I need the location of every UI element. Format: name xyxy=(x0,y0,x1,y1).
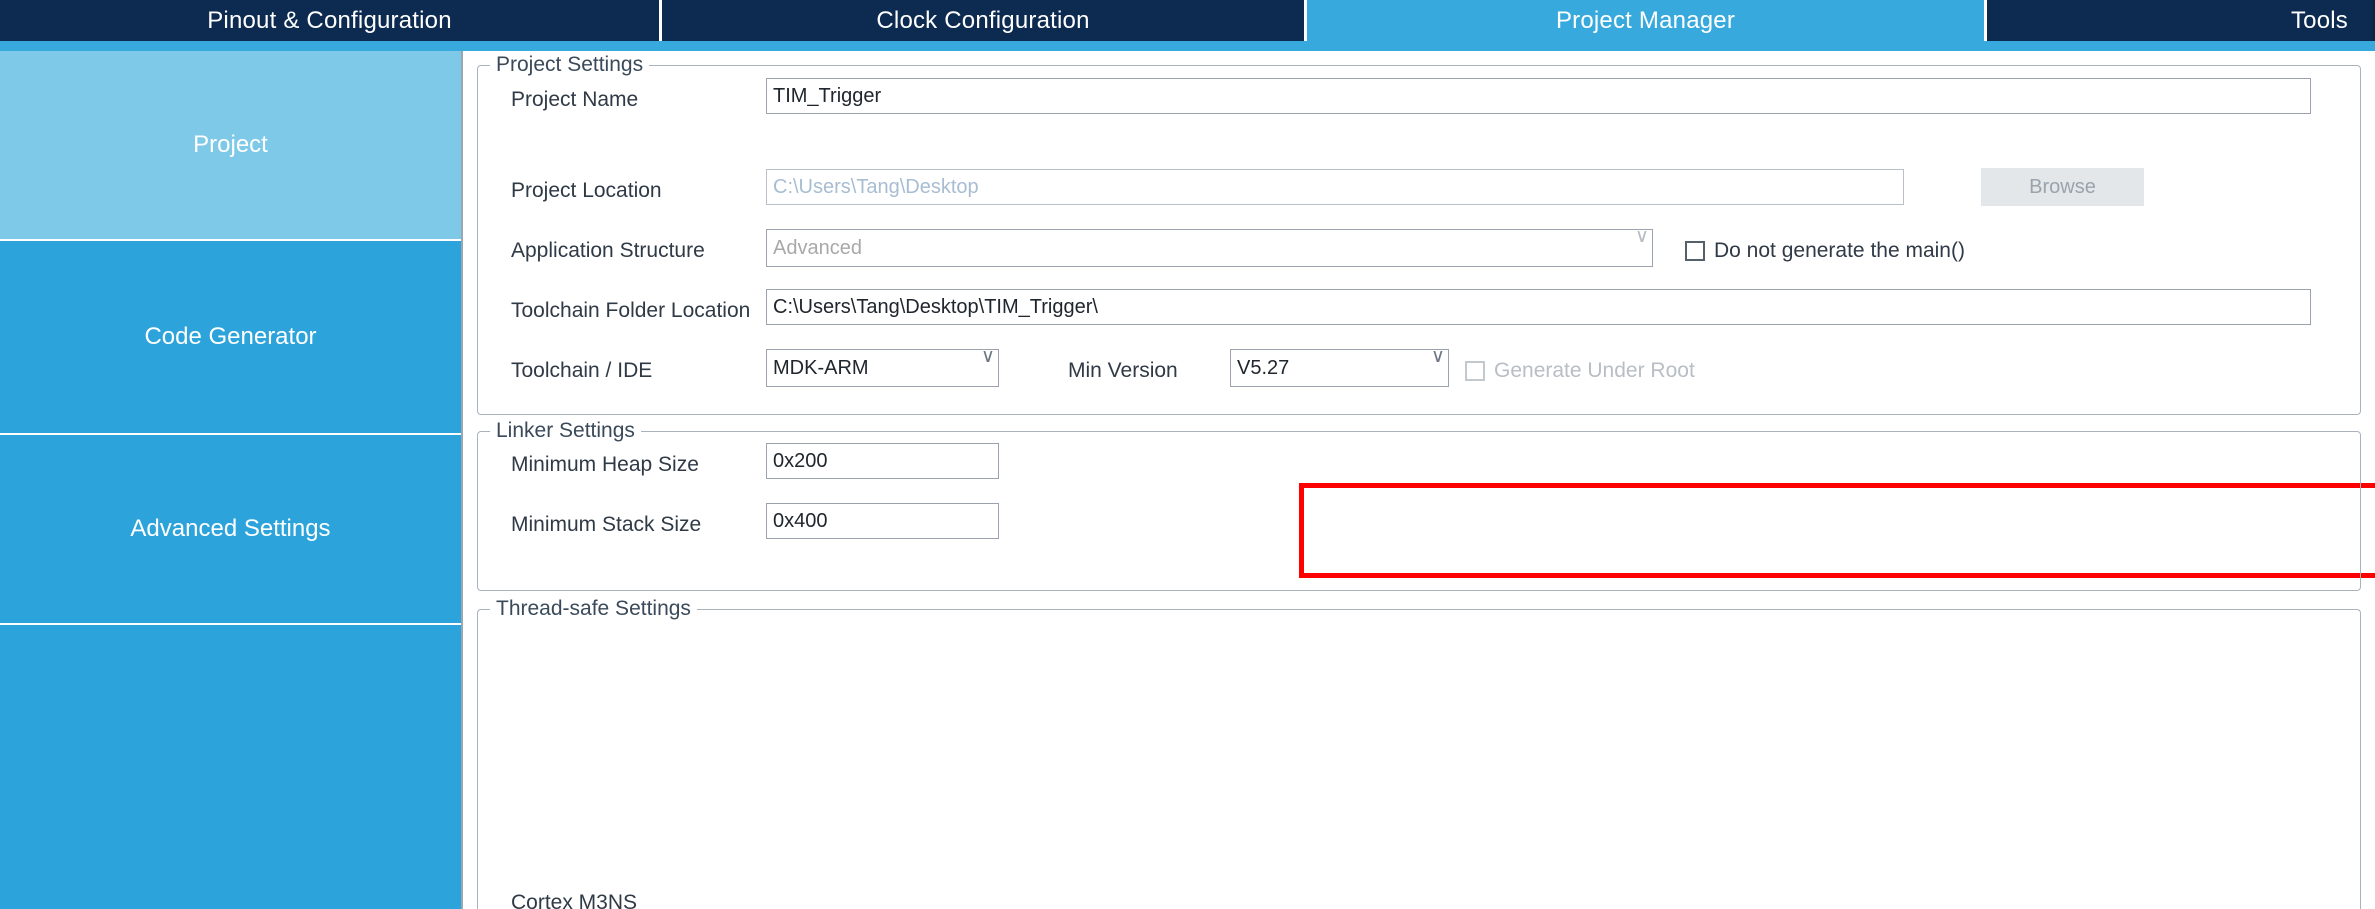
do-not-generate-main-checkbox[interactable]: Do not generate the main() xyxy=(1685,239,1965,263)
project-settings-panel: Project Settings Project Name TIM_Trigge… xyxy=(461,51,2375,909)
thread-safe-settings-group-title: Thread-safe Settings xyxy=(490,597,697,621)
tab-label: Tools xyxy=(2290,6,2348,34)
sidebar-item-advanced-settings[interactable]: Advanced Settings xyxy=(0,435,461,625)
sidebar-item-label: Code Generator xyxy=(144,323,317,350)
toolchain-ide-dropdown[interactable]: MDK-ARM xyxy=(766,349,999,387)
tab-accent-strip xyxy=(0,41,2375,51)
generate-under-root-label: Generate Under Root xyxy=(1494,359,1695,382)
toolchain-ide-label: Toolchain / IDE xyxy=(511,359,653,382)
tab-label: Pinout & Configuration xyxy=(207,6,452,34)
min-version-value: V5.27 xyxy=(1237,356,1290,379)
project-location-input[interactable]: C:\Users\Tang\Desktop xyxy=(766,169,1904,205)
minimum-stack-size-input[interactable]: 0x400 xyxy=(766,503,999,539)
tab-project-manager[interactable]: Project Manager xyxy=(1307,0,1987,41)
linker-settings-group: Linker Settings xyxy=(477,419,2361,591)
project-settings-group-title: Project Settings xyxy=(490,53,650,77)
application-structure-value: Advanced xyxy=(773,236,862,259)
linker-settings-group-title: Linker Settings xyxy=(490,419,641,443)
application-structure-dropdown[interactable]: Advanced xyxy=(766,229,1653,267)
tab-tools[interactable]: Tools xyxy=(1987,0,2372,41)
sidebar-item-project[interactable]: Project xyxy=(0,51,461,241)
cortex-m3ns-label: Cortex M3NS xyxy=(511,891,638,909)
minimum-heap-size-input[interactable]: 0x200 xyxy=(766,443,999,479)
browse-button[interactable]: Browse xyxy=(1981,168,2144,206)
main-tab-bar: Pinout & Configuration Clock Configurati… xyxy=(0,0,2375,41)
project-name-input[interactable]: TIM_Trigger xyxy=(766,78,2311,114)
minimum-heap-size-label: Minimum Heap Size xyxy=(511,453,699,476)
project-location-label: Project Location xyxy=(511,179,662,202)
toolchain-folder-location-label: Toolchain Folder Location xyxy=(511,299,751,322)
min-version-label: Min Version xyxy=(1068,359,1178,382)
sidebar-item-code-generator[interactable]: Code Generator xyxy=(0,241,461,435)
tab-clock-configuration[interactable]: Clock Configuration xyxy=(662,0,1307,41)
sidebar-item-empty[interactable] xyxy=(0,625,461,909)
tab-label: Project Manager xyxy=(1555,6,1736,34)
min-version-dropdown[interactable]: V5.27 xyxy=(1230,349,1449,387)
toolchain-folder-location-input[interactable]: C:\Users\Tang\Desktop\TIM_Trigger\ xyxy=(766,289,2311,325)
toolchain-ide-value: MDK-ARM xyxy=(773,356,869,379)
sidebar-item-label: Advanced Settings xyxy=(130,515,331,542)
generate-under-root-checkbox[interactable]: Generate Under Root xyxy=(1465,359,1695,383)
tab-label: Clock Configuration xyxy=(876,6,1090,34)
application-structure-label: Application Structure xyxy=(511,239,705,262)
thread-safe-settings-group: Thread-safe Settings xyxy=(477,597,2361,909)
tab-pinout-configuration[interactable]: Pinout & Configuration xyxy=(0,0,662,41)
minimum-stack-size-label: Minimum Stack Size xyxy=(511,513,702,536)
checkbox-box-icon xyxy=(1465,361,1485,381)
project-manager-sidebar: Project Code Generator Advanced Settings xyxy=(0,51,461,909)
project-name-label: Project Name xyxy=(511,88,639,111)
sidebar-item-label: Project xyxy=(193,131,268,158)
stm32cubemx-window: Pinout & Configuration Clock Configurati… xyxy=(0,0,2375,909)
checkbox-box-icon xyxy=(1685,241,1705,261)
do-not-generate-main-label: Do not generate the main() xyxy=(1714,239,1965,262)
